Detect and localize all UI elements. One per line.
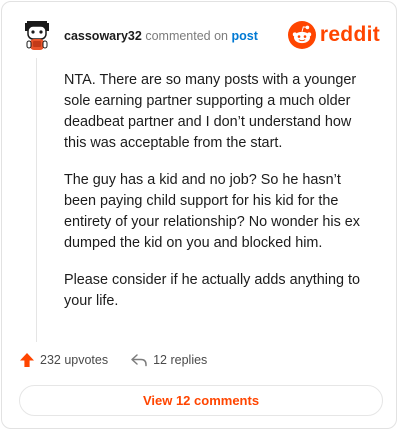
comment-card: cassowary32 commented on post reddit NTA… bbox=[1, 1, 397, 429]
comment-paragraph: NTA. There are so many posts with a youn… bbox=[64, 72, 357, 151]
reply-count: 12 replies bbox=[153, 353, 208, 367]
avatar[interactable] bbox=[19, 18, 55, 54]
reddit-alien-icon bbox=[287, 21, 316, 49]
byline: cassowary32 commented on post bbox=[64, 29, 258, 43]
upvote-button[interactable]: 232 upvotes bbox=[19, 352, 108, 368]
thread-line bbox=[36, 58, 37, 342]
replies-button[interactable]: 12 replies bbox=[130, 352, 207, 368]
comment-actions: 232 upvotes 12 replies bbox=[19, 350, 207, 370]
view-comments-button[interactable]: View 12 comments bbox=[19, 385, 383, 416]
snoo-avatar-icon bbox=[19, 18, 55, 54]
post-link[interactable]: post bbox=[232, 29, 258, 43]
comment-paragraph: The guy has a kid and no job? So he hasn… bbox=[64, 172, 360, 251]
upvote-count: 232 upvotes bbox=[40, 353, 109, 367]
reddit-logo[interactable]: reddit bbox=[287, 20, 380, 50]
reddit-wordmark: reddit bbox=[319, 23, 380, 46]
upvote-arrow-icon bbox=[20, 353, 34, 367]
username[interactable]: cassowary32 bbox=[64, 29, 142, 43]
reply-arrow-icon bbox=[131, 354, 147, 367]
comment-paragraph: Please consider if he actually adds anyt… bbox=[64, 272, 360, 309]
comment-header: cassowary32 commented on post reddit bbox=[19, 18, 380, 54]
comment-body: NTA. There are so many posts with a youn… bbox=[64, 70, 376, 328]
action-text: commented on bbox=[145, 29, 229, 43]
